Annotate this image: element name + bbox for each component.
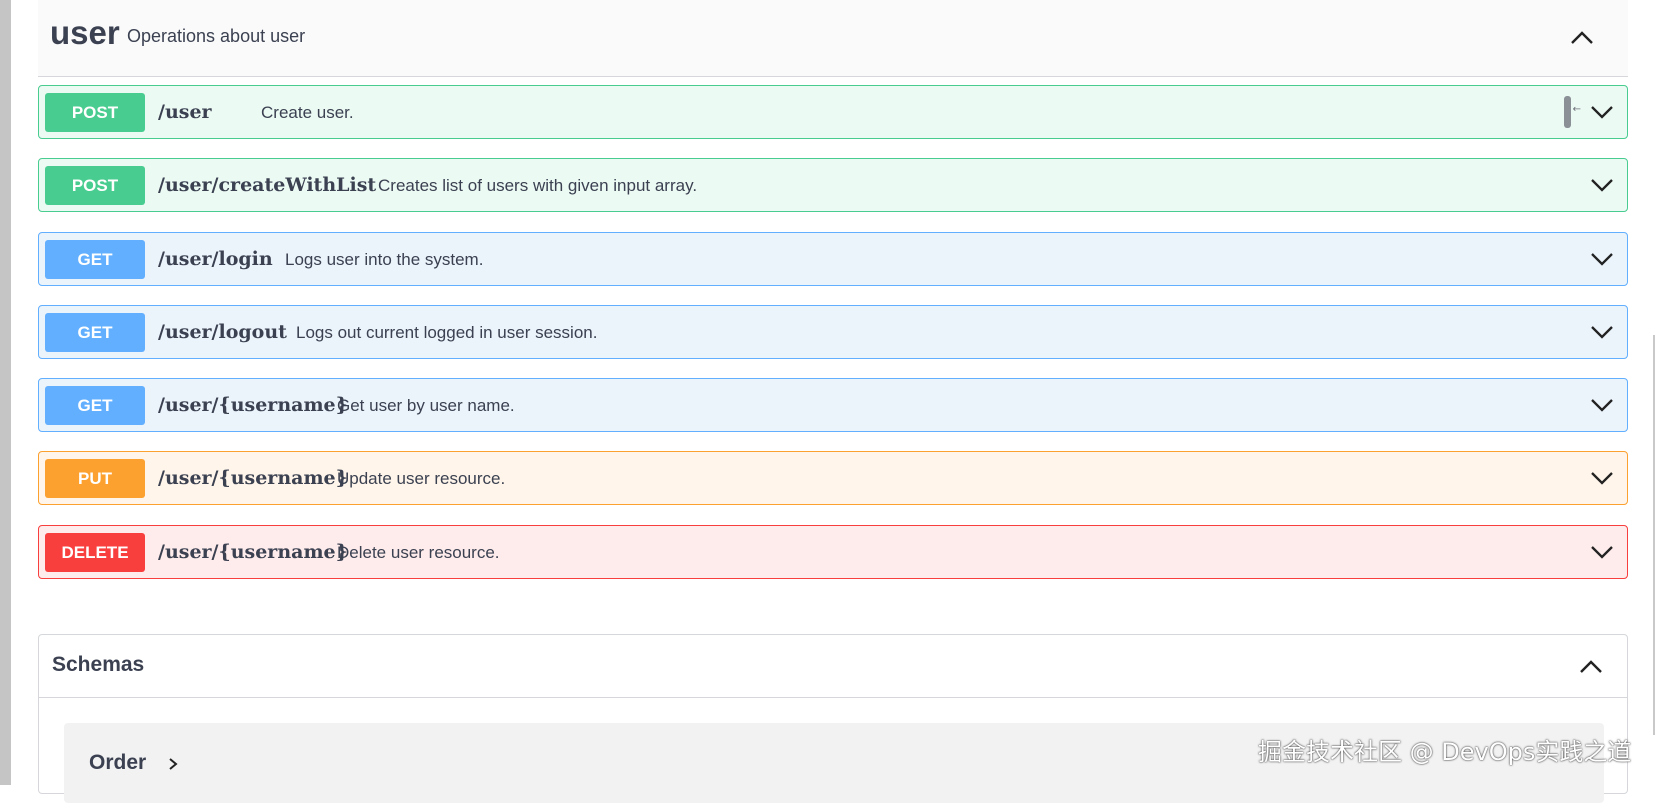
operation-get-user-login[interactable]: GET /user/login Logs user into the syste… xyxy=(38,232,1628,286)
copy-icon[interactable] xyxy=(1564,96,1571,128)
method-badge: GET xyxy=(45,386,145,425)
chevron-down-icon[interactable] xyxy=(1589,465,1615,491)
method-badge: GET xyxy=(45,313,145,352)
chevron-up-icon[interactable] xyxy=(1577,653,1605,681)
left-scroll-edge xyxy=(0,0,11,785)
chevron-down-icon[interactable] xyxy=(1589,539,1615,565)
operation-get-user-username[interactable]: GET /user/{username} Get user by user na… xyxy=(38,378,1628,432)
operation-summary: Logs user into the system. xyxy=(285,250,484,269)
operation-put-user-username[interactable]: PUT /user/{username} Update user resourc… xyxy=(38,451,1628,505)
operation-summary: Get user by user name. xyxy=(337,396,515,415)
method-badge: DELETE xyxy=(45,533,145,572)
operation-path: /user/createWithList xyxy=(158,174,377,196)
chevron-right-icon[interactable] xyxy=(166,757,180,771)
operation-summary: Create user. xyxy=(261,103,354,122)
tag-description: Operations about user xyxy=(127,26,306,46)
page-scrollbar[interactable] xyxy=(1649,0,1659,785)
operation-summary: Creates list of users with given input a… xyxy=(378,176,698,195)
chevron-down-icon[interactable] xyxy=(1589,99,1615,125)
chevron-down-icon[interactable] xyxy=(1589,246,1615,272)
tag-section-header[interactable]: user Operations about user xyxy=(38,0,1628,77)
divider xyxy=(39,697,1627,698)
page-scrollbar-thumb[interactable] xyxy=(1653,335,1655,735)
chevron-down-icon[interactable] xyxy=(1589,172,1615,198)
operation-path: /user/{username} xyxy=(158,467,348,489)
chevron-up-icon[interactable] xyxy=(1568,24,1596,52)
method-badge: POST xyxy=(45,166,145,205)
chevron-down-icon[interactable] xyxy=(1589,392,1615,418)
watermark: 掘金技术社区 @ DevOps实践之道 xyxy=(1258,738,1632,766)
chevron-down-icon[interactable] xyxy=(1589,319,1615,345)
operation-path: /user xyxy=(158,101,212,123)
tag-name: user xyxy=(50,14,120,51)
model-name: Order xyxy=(89,751,147,774)
operation-path: /user/{username} xyxy=(158,541,348,563)
schemas-section: Schemas Order xyxy=(38,634,1628,803)
method-badge: GET xyxy=(45,240,145,279)
arrow-left-icon: ← xyxy=(1572,104,1581,115)
operation-path: /user/{username} xyxy=(158,394,348,416)
operation-get-user-logout[interactable]: GET /user/logout Logs out current logged… xyxy=(38,305,1628,359)
operation-delete-user-username[interactable]: DELETE /user/{username} Delete user reso… xyxy=(38,525,1628,579)
method-badge: PUT xyxy=(45,459,145,498)
operation-path: /user/logout xyxy=(158,321,287,343)
operation-post-user-createwithlist[interactable]: POST /user/createWithList Creates list o… xyxy=(38,158,1628,212)
operation-summary: Update user resource. xyxy=(337,469,506,488)
operation-path: /user/login xyxy=(158,248,273,270)
operation-post-user[interactable]: POST /user Create user. ← xyxy=(38,85,1628,139)
operation-summary: Delete user resource. xyxy=(337,543,500,562)
method-badge: POST xyxy=(45,93,145,132)
operation-summary: Logs out current logged in user session. xyxy=(296,323,598,342)
schemas-title[interactable]: Schemas xyxy=(52,653,144,677)
